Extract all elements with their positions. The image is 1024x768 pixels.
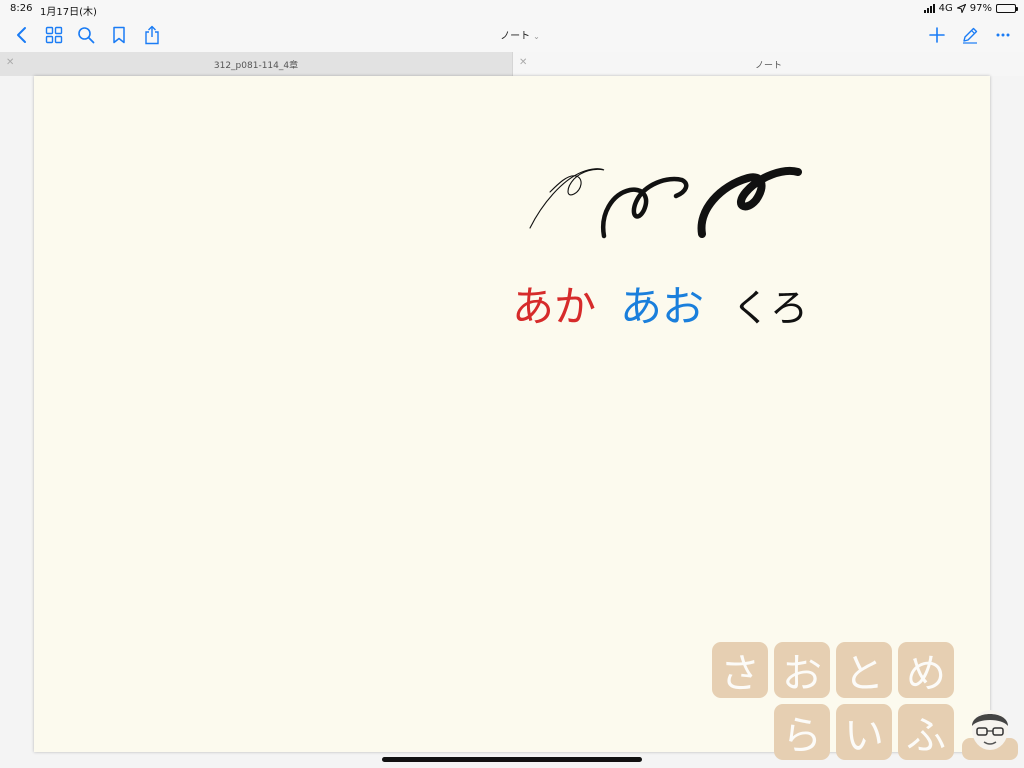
handwriting-blue: あお	[620, 282, 705, 331]
canvas-area: あか あお くろ	[0, 76, 1024, 768]
grid-icon	[45, 26, 63, 44]
search-icon	[78, 27, 95, 44]
thumbnails-button[interactable]	[42, 24, 66, 46]
tab-label: ノート	[754, 61, 782, 71]
signal-icon	[923, 4, 935, 13]
battery-percent: 97%	[969, 3, 992, 14]
status-date: 1月17日(木)	[40, 7, 97, 18]
thick-pen-stroke	[697, 167, 802, 238]
tab-note[interactable]: ✕ ノート	[512, 52, 1024, 76]
battery-icon	[996, 4, 1018, 13]
search-button[interactable]	[74, 24, 98, 46]
ink-strokes	[529, 167, 802, 239]
more-icon	[996, 33, 1010, 37]
chevron-down-icon: ⌄	[533, 32, 540, 41]
thin-pen-stroke	[529, 168, 605, 229]
note-page[interactable]: あか あお くろ	[34, 76, 990, 752]
home-indicator[interactable]	[382, 757, 642, 762]
status-time: 8:26	[10, 3, 33, 14]
network-label: 4G	[938, 3, 953, 14]
status-indicators: 4G 97%	[923, 3, 1018, 15]
back-button[interactable]	[9, 24, 33, 46]
share-button[interactable]	[140, 24, 164, 46]
tab-bar: ✕ 312_p081-114_4章 ✕ ノート	[0, 52, 1024, 76]
note-title-dropdown[interactable]: ノート ⌄	[470, 27, 570, 42]
tab-label: 312_p081-114_4章	[213, 61, 299, 71]
handwriting-red: あか	[512, 282, 597, 331]
handwriting-black: くろ	[732, 286, 809, 330]
medium-pen-stroke	[600, 176, 689, 239]
pencil-icon	[963, 27, 978, 44]
add-button[interactable]	[925, 24, 949, 46]
status-bar: 8:26 1月17日(木) 4G 97%	[0, 0, 1024, 18]
toolbar: ノート ⌄	[0, 18, 1024, 52]
edit-button[interactable]	[958, 24, 982, 46]
location-icon	[955, 3, 967, 15]
tab-document[interactable]: ✕ 312_p081-114_4章	[0, 52, 512, 76]
chevron-left-icon	[17, 27, 26, 43]
note-title: ノート	[500, 31, 531, 42]
plus-icon	[929, 27, 945, 43]
share-icon	[145, 25, 159, 45]
more-button[interactable]	[991, 24, 1015, 46]
bookmark-icon	[113, 26, 125, 44]
bookmark-button[interactable]	[107, 24, 131, 46]
